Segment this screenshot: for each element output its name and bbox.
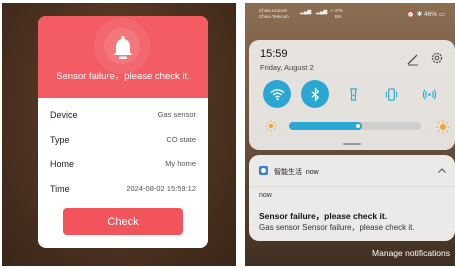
hotspot-icon [422,89,436,99]
flashlight-tile[interactable] [339,80,367,108]
battery-percent: 46% [424,11,438,18]
brightness-knob[interactable] [356,124,360,128]
status-right: ⏰ ✱ 46% ▭ [407,10,445,18]
flashlight-icon [349,87,357,101]
carrier-secondary: China Telecom [259,14,289,19]
brightness-high-icon [436,120,450,134]
info-label: Type [50,135,70,145]
info-label: Home [50,159,75,169]
alert-header: Sensor failure，please check it. [38,16,208,98]
qs-time: 15:59 [260,48,288,60]
signal-icon: ▂▄▆ [300,9,312,15]
app-icon [259,166,268,175]
alarm-icon: ⏰ [406,11,415,18]
carrier-primary: China Unicom [259,8,288,13]
info-row-type: Type CO state [50,135,196,149]
wifi-icon [269,88,285,100]
divider [249,186,455,187]
bluetooth-status-icon: ✱ [416,11,423,18]
quick-settings-panel: 15:59 Friday, August 2 [249,40,455,150]
notification-body: Gas sensor Sensor failure，please check i… [259,223,415,232]
info-row-time: Time 2024-08-02 15:59:12 [50,184,196,198]
vibrate-icon [385,87,397,101]
bluetooth-tile[interactable] [301,80,329,108]
app-name-text: 智能生活 [274,169,302,176]
notification-title: Sensor failure，please check it. [259,211,388,221]
app-time-text: now [305,169,319,176]
chevron-up-icon[interactable] [437,166,447,176]
wifi-tile[interactable] [263,80,291,108]
battery-icon: ▭ [438,11,445,18]
qs-date: Friday, August 2 [260,63,314,72]
bluetooth-icon [310,86,319,102]
alert-dialog: Sensor failure，please check it. Device G… [38,16,208,248]
net-speed: 276 [335,8,343,13]
brightness-fill [289,122,362,130]
alert-title: Sensor failure，please check it. [56,71,190,82]
gear-icon[interactable] [430,51,444,65]
check-button[interactable]: Check [63,208,183,235]
manage-notifications-link[interactable]: Manage notifications [372,248,450,258]
info-label: Time [50,184,70,194]
brightness-low-icon [265,120,277,132]
screenshot-root: Sensor failure，please check it. Device G… [0,0,455,268]
alert-screen: Sensor failure，please check it. Device G… [2,3,236,266]
edit-icon[interactable] [406,52,420,66]
drag-handle[interactable] [343,143,361,145]
bell-icon [114,36,132,59]
info-value: 2024-08-02 15:59:12 [126,184,196,193]
notification-when: now [259,192,272,199]
vibrate-tile[interactable] [377,80,405,108]
info-value: CO state [166,135,196,144]
notification-shade: China Unicom China Telecom ▂▄▆ ▂▄▆ ◠ 276… [245,3,455,266]
hotspot-tile[interactable] [415,80,443,108]
wifi-status-icon: ◠ [330,9,335,15]
notification-app-name: 智能生活 now [274,167,319,177]
info-row-home: Home My home [50,159,196,173]
net-speed-unit: B/s [335,14,342,19]
notification-card[interactable]: 智能生活 now now Sensor failure，please check… [249,155,455,241]
status-bar: China Unicom China Telecom ▂▄▆ ▂▄▆ ◠ 276… [245,3,455,25]
info-row-device: Device Gas sensor [50,110,196,124]
info-label: Device [50,110,78,120]
info-value: My home [165,159,196,168]
info-value: Gas sensor [157,110,196,119]
signal-icon: ▂▄▆ [316,9,328,15]
brightness-slider[interactable] [289,122,421,130]
